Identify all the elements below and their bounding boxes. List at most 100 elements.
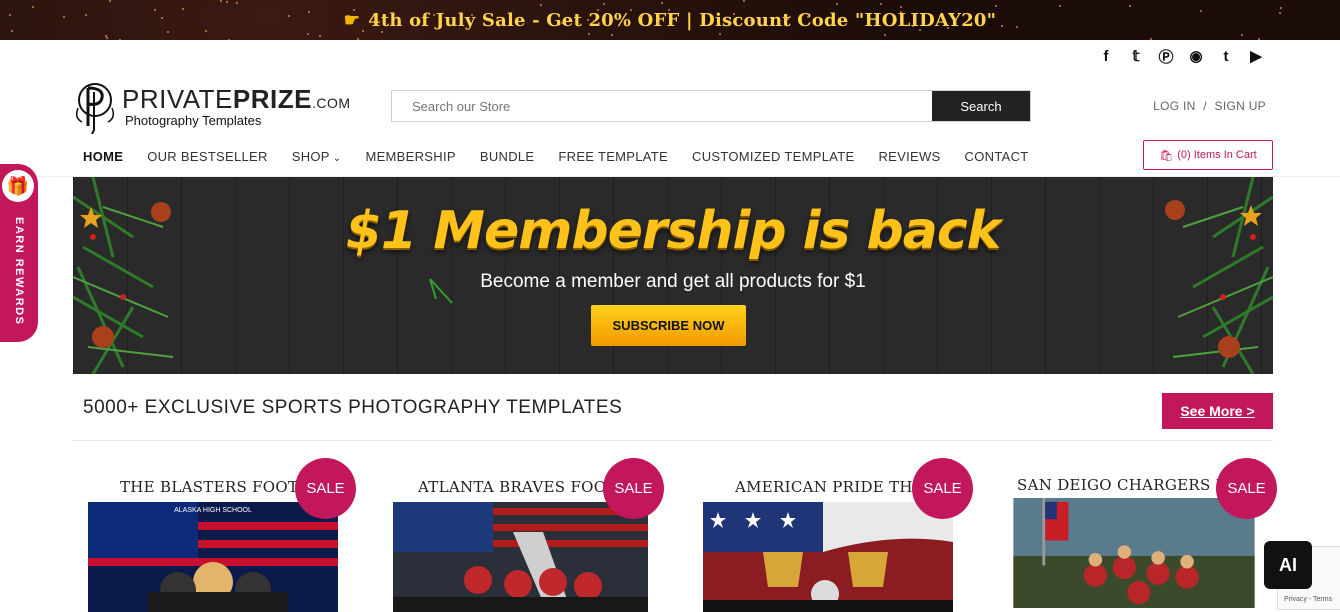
sparkle-dot <box>611 34 613 36</box>
sparkle-dot <box>603 3 605 5</box>
sparkle-dot <box>106 37 108 39</box>
gift-icon: 🎁 <box>2 170 34 202</box>
sparkle-dot <box>308 11 310 13</box>
youtube-icon[interactable]: ▶ <box>1246 46 1266 66</box>
earn-rewards-tab[interactable]: 🎁 EARN REWARDS <box>0 164 38 342</box>
sparkle-dot <box>900 6 902 8</box>
sparkle-dot <box>750 19 752 21</box>
nav-item-membership[interactable]: MEMBERSHIP <box>365 149 455 164</box>
sparkle-dot <box>1059 5 1061 7</box>
sparkle-dot <box>1001 25 1003 27</box>
sparkle-dot <box>288 15 290 17</box>
nav-item-contact[interactable]: CONTACT <box>965 149 1029 164</box>
logo-name-bold: PRIZE <box>232 84 312 114</box>
ai-assistant-button[interactable]: AI <box>1264 541 1312 589</box>
sparkle-dot <box>353 9 355 11</box>
nav-item-bundle[interactable]: BUNDLE <box>480 149 535 164</box>
nav-item-shop[interactable]: SHOP ⌄ <box>292 149 342 164</box>
sparkle-dot <box>109 0 111 2</box>
sparkle-dot <box>11 30 13 32</box>
sparkle-dot <box>319 35 321 37</box>
social-links: f 𝕥 Ⓟ ◉ t ▶ <box>1096 46 1266 66</box>
see-more-button[interactable]: See More > <box>1162 393 1273 429</box>
product-image[interactable] <box>393 502 648 612</box>
sparkle-dot <box>593 20 595 22</box>
nav-item-bestseller[interactable]: OUR BESTSELLER <box>147 149 268 164</box>
sparkle-dot <box>1200 10 1202 12</box>
product-image[interactable] <box>703 502 953 612</box>
tumblr-icon[interactable]: t <box>1216 46 1236 66</box>
sale-badge: SALE <box>1216 458 1277 519</box>
sparkle-dot <box>362 30 364 32</box>
shopping-bag-icon: 🛍 <box>1159 149 1174 162</box>
recaptcha-label: Privacy - Terms <box>1284 596 1333 603</box>
nav-item-reviews[interactable]: REVIEWS <box>878 149 940 164</box>
section-divider <box>73 440 1273 441</box>
sparkle-dot <box>919 29 921 31</box>
sparkle-dot <box>1150 38 1152 40</box>
earn-rewards-label: EARN REWARDS <box>13 217 25 326</box>
sparkle-dot <box>381 31 383 33</box>
sparkle-dot <box>884 34 886 36</box>
sale-badge: SALE <box>912 458 973 519</box>
facebook-icon[interactable]: f <box>1096 46 1116 66</box>
login-link[interactable]: LOG IN <box>1153 99 1195 113</box>
nav-item-customized-template[interactable]: CUSTOMIZED TEMPLATE <box>692 149 854 164</box>
logo-tagline: Photography Templates <box>125 113 262 128</box>
sparkle-dot <box>588 33 590 35</box>
sparkle-dot <box>597 9 599 11</box>
nav-item-home[interactable]: HOME <box>83 149 123 164</box>
auth-separator: / <box>1203 99 1207 113</box>
sparkle-dot <box>1279 12 1281 14</box>
chevron-down-icon: ⌄ <box>332 153 342 164</box>
sparkle-dot <box>789 16 791 18</box>
sparkle-dot <box>603 17 605 19</box>
sparkle-dot <box>661 2 663 4</box>
search-button[interactable]: Search <box>932 91 1030 121</box>
membership-banner[interactable]: $1 Membership is back Become a member an… <box>73 177 1273 374</box>
pinterest-icon[interactable]: Ⓟ <box>1156 46 1176 66</box>
sparkle-dot <box>587 19 589 21</box>
sparkle-dot <box>719 33 721 35</box>
product-card[interactable]: ATLANTA BRAVES FOOTBALL SALE <box>393 458 693 612</box>
sparkle-dot <box>787 18 789 20</box>
sparkle-dot <box>657 22 659 24</box>
logo-name-suffix: .COM <box>311 95 351 111</box>
sparkle-dot <box>374 19 376 21</box>
cart-button[interactable]: 🛍 (0) Items In Cart <box>1143 140 1273 170</box>
product-card[interactable]: THE BLASTERS FOOTBALL ALASKA HIGH SCHOOL… <box>88 458 388 612</box>
sparkle-dot <box>733 13 735 15</box>
banner-subtitle: Become a member and get all products for… <box>480 271 866 292</box>
promo-bar: ☛ 4th of July Sale - Get 20% OFF | Discou… <box>0 0 1340 40</box>
sparkle-dot <box>182 8 184 10</box>
product-card[interactable]: SAN DEIGO CHARGERS FOOTBALL SALE <box>1009 458 1309 610</box>
sale-badge: SALE <box>295 458 356 519</box>
sparkle-dot <box>307 33 309 35</box>
product-image[interactable] <box>1009 498 1259 608</box>
sparkle-dot <box>1258 38 1260 40</box>
promo-text-wrap: ☛ 4th of July Sale - Get 20% OFF | Discou… <box>344 10 996 31</box>
sparkle-dot <box>85 14 87 16</box>
sparkle-dot <box>630 9 632 11</box>
sparkle-dot <box>1241 34 1243 36</box>
product-image[interactable]: ALASKA HIGH SCHOOL <box>88 502 338 612</box>
sparkle-dot <box>471 14 473 16</box>
sparkle-dot <box>63 16 65 18</box>
site-logo[interactable]: PRIVATEPRIZE.COM Photography Templates <box>72 78 362 134</box>
banner-title: $1 Membership is back <box>345 201 1002 261</box>
twitter-icon[interactable]: 𝕥 <box>1126 46 1146 66</box>
instagram-icon[interactable]: ◉ <box>1186 46 1206 66</box>
signup-link[interactable]: SIGN UP <box>1215 99 1266 113</box>
search-input[interactable] <box>392 91 932 121</box>
product-card[interactable]: AMERICAN PRIDE THEME SALE <box>703 458 1003 612</box>
sparkle-dot <box>947 27 949 29</box>
nav-item-free-template[interactable]: FREE TEMPLATE <box>558 149 668 164</box>
product-image-caption: ALASKA HIGH SCHOOL <box>174 507 252 514</box>
sparkle-dot <box>1280 7 1282 9</box>
nav-item-shop-label: SHOP <box>291 149 330 164</box>
subscribe-now-button[interactable]: SUBSCRIBE NOW <box>591 305 746 346</box>
sparkle-dot <box>228 39 230 40</box>
auth-links: LOG IN / SIGN UP <box>1151 99 1268 113</box>
sparkle-dot <box>995 5 997 7</box>
logo-name-light: PRIVATE <box>122 84 233 114</box>
